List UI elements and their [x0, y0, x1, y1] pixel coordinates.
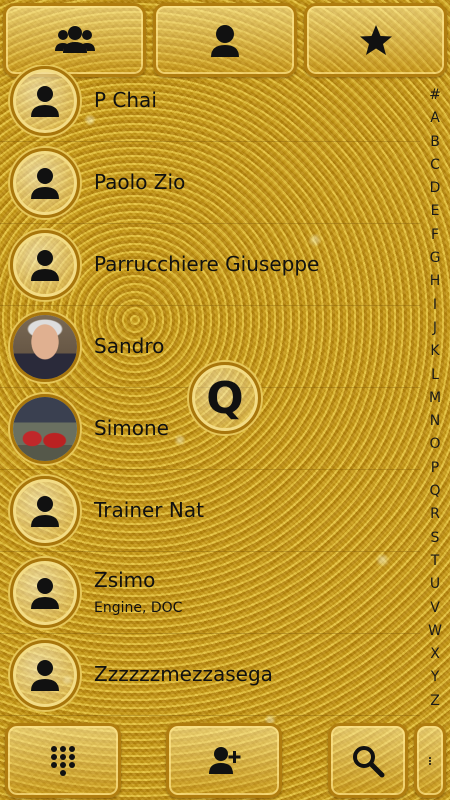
- index-letter[interactable]: W: [428, 624, 442, 638]
- contact-row[interactable]: Zzzzzzmezzasega: [0, 634, 420, 716]
- index-letter[interactable]: A: [430, 111, 440, 125]
- index-letter[interactable]: B: [430, 135, 440, 149]
- index-letter[interactable]: N: [430, 414, 440, 428]
- search-button[interactable]: [328, 723, 408, 798]
- dialpad-icon: [51, 745, 75, 776]
- contact-photo: [13, 315, 77, 379]
- contact-name: Zsimo: [94, 568, 156, 592]
- contact-avatar[interactable]: [10, 640, 80, 710]
- index-letter[interactable]: J: [433, 321, 437, 335]
- index-letter[interactable]: U: [430, 577, 440, 591]
- index-letter[interactable]: S: [431, 531, 440, 545]
- index-letter[interactable]: L: [431, 368, 439, 382]
- contact-name: Paolo Zio: [94, 170, 186, 194]
- default-avatar-icon: [31, 660, 59, 691]
- add-contact-button[interactable]: [166, 723, 282, 798]
- index-letter[interactable]: O: [429, 437, 440, 451]
- contact-row[interactable]: P Chai: [0, 65, 420, 142]
- index-letter[interactable]: #: [429, 88, 441, 102]
- contact-avatar[interactable]: [10, 476, 80, 546]
- index-letter[interactable]: F: [431, 228, 439, 242]
- index-letter[interactable]: E: [431, 204, 440, 218]
- contact-avatar[interactable]: [10, 312, 80, 382]
- contact-subtitle: Engine, DOC: [94, 600, 183, 616]
- index-letter[interactable]: T: [431, 554, 440, 568]
- default-avatar-icon: [31, 168, 59, 199]
- contact-icon: [211, 25, 239, 57]
- contact-avatar[interactable]: [10, 230, 80, 300]
- contact-name: Simone: [94, 416, 169, 440]
- contact-name: Sandro: [94, 334, 165, 358]
- index-letter[interactable]: D: [430, 181, 441, 195]
- index-letter[interactable]: Y: [431, 670, 440, 684]
- alphabet-index[interactable]: # A B C D E F G H I J K L M N O P Q R S T U V W X Y Z: [424, 88, 446, 708]
- index-letter[interactable]: G: [430, 251, 441, 265]
- contact-name: Trainer Nat: [94, 498, 204, 522]
- search-icon: [353, 745, 385, 777]
- add-contact-icon: [209, 746, 241, 774]
- groups-icon: [54, 26, 95, 53]
- contact-row[interactable]: Paolo Zio: [0, 142, 420, 224]
- index-letter[interactable]: X: [430, 647, 440, 661]
- index-letter[interactable]: V: [430, 601, 440, 615]
- contact-photo: [13, 397, 77, 461]
- contact-row[interactable]: Trainer Nat: [0, 470, 420, 552]
- bottom-action-bar: [0, 720, 450, 800]
- contact-name: Zzzzzzmezzasega: [94, 662, 273, 686]
- index-letter[interactable]: Z: [430, 694, 440, 708]
- index-letter[interactable]: C: [430, 158, 440, 172]
- default-avatar-icon: [31, 496, 59, 527]
- index-letter[interactable]: H: [430, 274, 441, 288]
- contact-avatar[interactable]: [10, 66, 80, 136]
- contact-name: P Chai: [94, 88, 157, 112]
- current-letter-bubble: Q: [189, 362, 261, 434]
- contact-name: Parrucchiere Giuseppe: [94, 252, 320, 276]
- index-letter[interactable]: P: [431, 461, 439, 475]
- contact-avatar[interactable]: [10, 148, 80, 218]
- index-letter[interactable]: I: [433, 298, 437, 312]
- star-icon: [359, 25, 392, 55]
- contact-row[interactable]: Parrucchiere Giuseppe: [0, 224, 420, 306]
- default-avatar-icon: [31, 578, 59, 609]
- index-letter[interactable]: K: [430, 344, 439, 358]
- overflow-menu-button[interactable]: [414, 723, 446, 798]
- index-letter[interactable]: Q: [429, 484, 440, 498]
- overflow-menu-icon: [428, 756, 432, 765]
- dialpad-button[interactable]: [5, 723, 121, 798]
- contact-avatar[interactable]: [10, 394, 80, 464]
- default-avatar-icon: [31, 250, 59, 281]
- contact-avatar[interactable]: [10, 558, 80, 628]
- contact-row[interactable]: Zsimo Engine, DOC: [0, 552, 420, 634]
- index-letter[interactable]: R: [430, 507, 440, 521]
- default-avatar-icon: [31, 86, 59, 117]
- index-letter[interactable]: M: [429, 391, 441, 405]
